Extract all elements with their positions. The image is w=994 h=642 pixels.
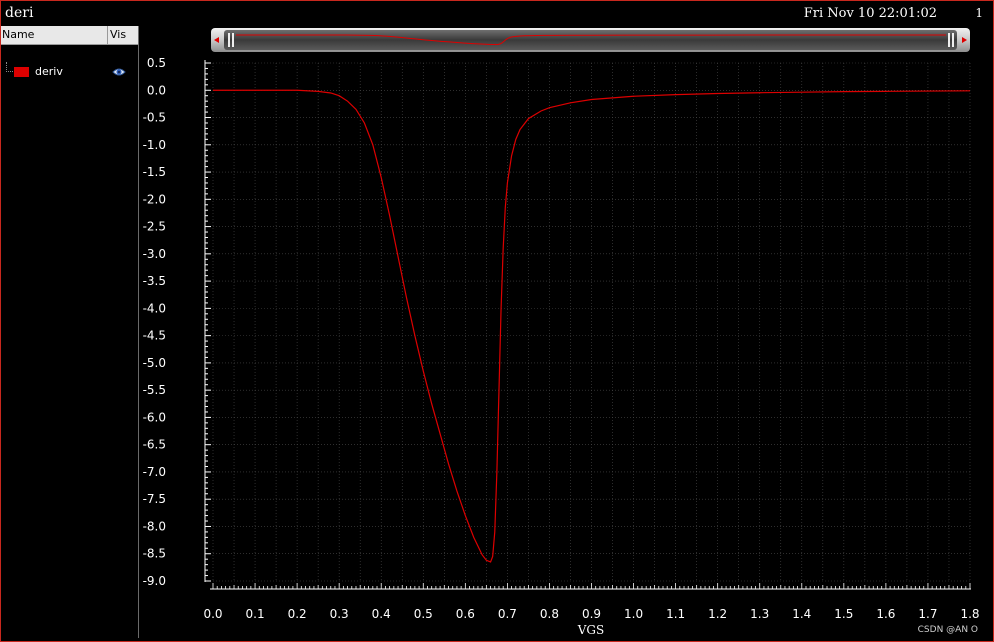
y-tick-label: -7.5 — [143, 492, 166, 506]
y-tick-label: -5.0 — [143, 356, 166, 370]
y-tick-label: -1.0 — [143, 138, 166, 152]
y-tick-label: -8.0 — [143, 519, 166, 533]
y-tick-label: 0.0 — [147, 83, 166, 97]
x-tick-label: 0.4 — [372, 607, 391, 621]
y-tick-label: -5.5 — [143, 383, 166, 397]
y-tick-label: -9.0 — [143, 574, 166, 588]
x-tick-label: 0.6 — [456, 607, 475, 621]
y-tick-label: -6.0 — [143, 410, 166, 424]
watermark: CSDN @AN O — [918, 625, 978, 635]
y-tick-label: -2.5 — [143, 220, 166, 234]
y-tick-label: -8.5 — [143, 547, 166, 561]
x-tick-labels: 0.0 0.1 0.2 0.3 0.4 0.5 0.6 0.7 0.8 0.9 1.0 1.1 1.2 1… — [203, 607, 979, 621]
y-tick-label: -3.5 — [143, 274, 166, 288]
x-axis-label: VGS — [577, 623, 604, 637]
y-tick-label: -0.5 — [143, 111, 166, 125]
y-tick-label: -3.0 — [143, 247, 166, 261]
x-tick-label: 0.7 — [498, 607, 517, 621]
y-tick-label: 0.5 — [147, 56, 166, 70]
x-tick-label: 1.5 — [834, 607, 853, 621]
y-tick-label: -4.5 — [143, 329, 166, 343]
plot-area: 0.5 0.0 -0.5 -1.0 -1.5 -2.0 -2.5 -3.0 -3.5 -4.0 -4… — [143, 56, 980, 637]
y-tick-label: -1.5 — [143, 165, 166, 179]
y-tick-label: -7.0 — [143, 465, 166, 479]
plot-background — [205, 62, 971, 582]
x-tick-label: 1.1 — [666, 607, 685, 621]
x-tick-label: 0.2 — [288, 607, 307, 621]
x-tick-label: 0.1 — [246, 607, 265, 621]
y-tick-label: -4.0 — [143, 301, 166, 315]
x-tick-label: 1.4 — [792, 607, 811, 621]
x-tick-label: 1.6 — [876, 607, 895, 621]
x-tick-label: 0.9 — [582, 607, 601, 621]
x-tick-label: 1.8 — [960, 607, 979, 621]
y-tick-label: -2.0 — [143, 192, 166, 206]
x-tick-label: 0.3 — [330, 607, 349, 621]
x-tick-label: 0.0 — [203, 607, 222, 621]
x-tick-label: 0.5 — [414, 607, 433, 621]
x-tick-label: 1.7 — [918, 607, 937, 621]
x-tick-label: 1.3 — [750, 607, 769, 621]
y-tick-labels: 0.5 0.0 -0.5 -1.0 -1.5 -2.0 -2.5 -3.0 -3.5 -4.0 -4… — [143, 56, 166, 588]
y-tick-label: -6.5 — [143, 438, 166, 452]
x-tick-label: 1.0 — [624, 607, 643, 621]
x-tick-label: 1.2 — [708, 607, 727, 621]
x-tick-label: 0.8 — [540, 607, 559, 621]
